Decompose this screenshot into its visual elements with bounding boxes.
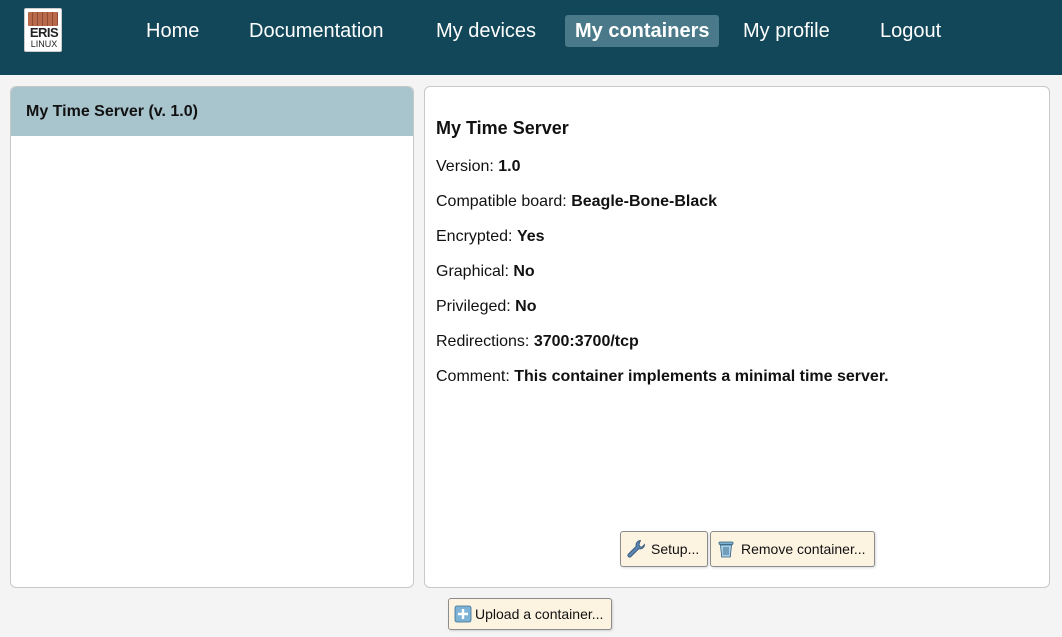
- prop-value: 3700:3700/tcp: [533, 333, 639, 350]
- remove-container-button[interactable]: Remove container...: [710, 531, 875, 567]
- prop-version: Version: 1.0: [436, 158, 521, 176]
- prop-comment: Comment: This container implements a min…: [436, 368, 889, 386]
- prop-value: Yes: [516, 228, 545, 245]
- top-navigation-bar: ERIS LINUX Home Documentation My devices…: [0, 0, 1062, 75]
- logo-graphic: [28, 12, 58, 26]
- prop-value: No: [515, 298, 537, 315]
- container-list-panel: My Time Server (v. 1.0): [10, 86, 414, 588]
- prop-value: No: [513, 263, 535, 280]
- prop-label: Privileged:: [436, 298, 511, 315]
- remove-container-button-label: Remove container...: [741, 541, 866, 557]
- prop-label: Redirections:: [436, 333, 530, 350]
- prop-redirections: Redirections: 3700:3700/tcp: [436, 333, 639, 351]
- prop-encrypted: Encrypted: Yes: [436, 228, 545, 246]
- trash-icon: [718, 541, 734, 558]
- setup-button-label: Setup...: [651, 541, 700, 557]
- logo-text-eris: ERIS: [29, 25, 59, 40]
- prop-label: Encrypted:: [436, 228, 513, 245]
- nav-my-devices[interactable]: My devices: [426, 15, 546, 47]
- prop-value: 1.0: [498, 158, 521, 175]
- prop-label: Comment:: [436, 368, 510, 385]
- prop-label: Compatible board:: [436, 193, 567, 210]
- nav-my-containers[interactable]: My containers: [565, 15, 720, 47]
- prop-graphical: Graphical: No: [436, 263, 535, 281]
- nav-logout[interactable]: Logout: [870, 15, 951, 47]
- nav-my-profile[interactable]: My profile: [733, 15, 840, 47]
- eris-linux-logo[interactable]: ERIS LINUX: [24, 8, 62, 52]
- wrench-icon: [627, 540, 645, 558]
- container-title: My Time Server: [436, 118, 569, 138]
- upload-container-button[interactable]: Upload a container...: [448, 598, 613, 630]
- setup-button[interactable]: Setup...: [620, 531, 709, 567]
- plus-icon: [454, 605, 472, 623]
- nav-documentation[interactable]: Documentation: [239, 15, 394, 47]
- logo-text-linux: LINUX: [30, 39, 58, 49]
- prop-value: Beagle-Bone-Black: [571, 193, 718, 210]
- container-list-item[interactable]: My Time Server (v. 1.0): [11, 87, 413, 136]
- prop-value: This container implements a minimal time…: [514, 368, 889, 385]
- prop-compatible-board: Compatible board: Beagle-Bone-Black: [436, 193, 717, 211]
- prop-label: Version:: [436, 158, 494, 175]
- nav-home[interactable]: Home: [136, 15, 209, 47]
- upload-container-button-label: Upload a container...: [475, 606, 604, 622]
- prop-label: Graphical:: [436, 263, 509, 280]
- prop-privileged: Privileged: No: [436, 298, 536, 316]
- container-details-panel: My Time Server Version: 1.0 Compatible b…: [424, 86, 1050, 588]
